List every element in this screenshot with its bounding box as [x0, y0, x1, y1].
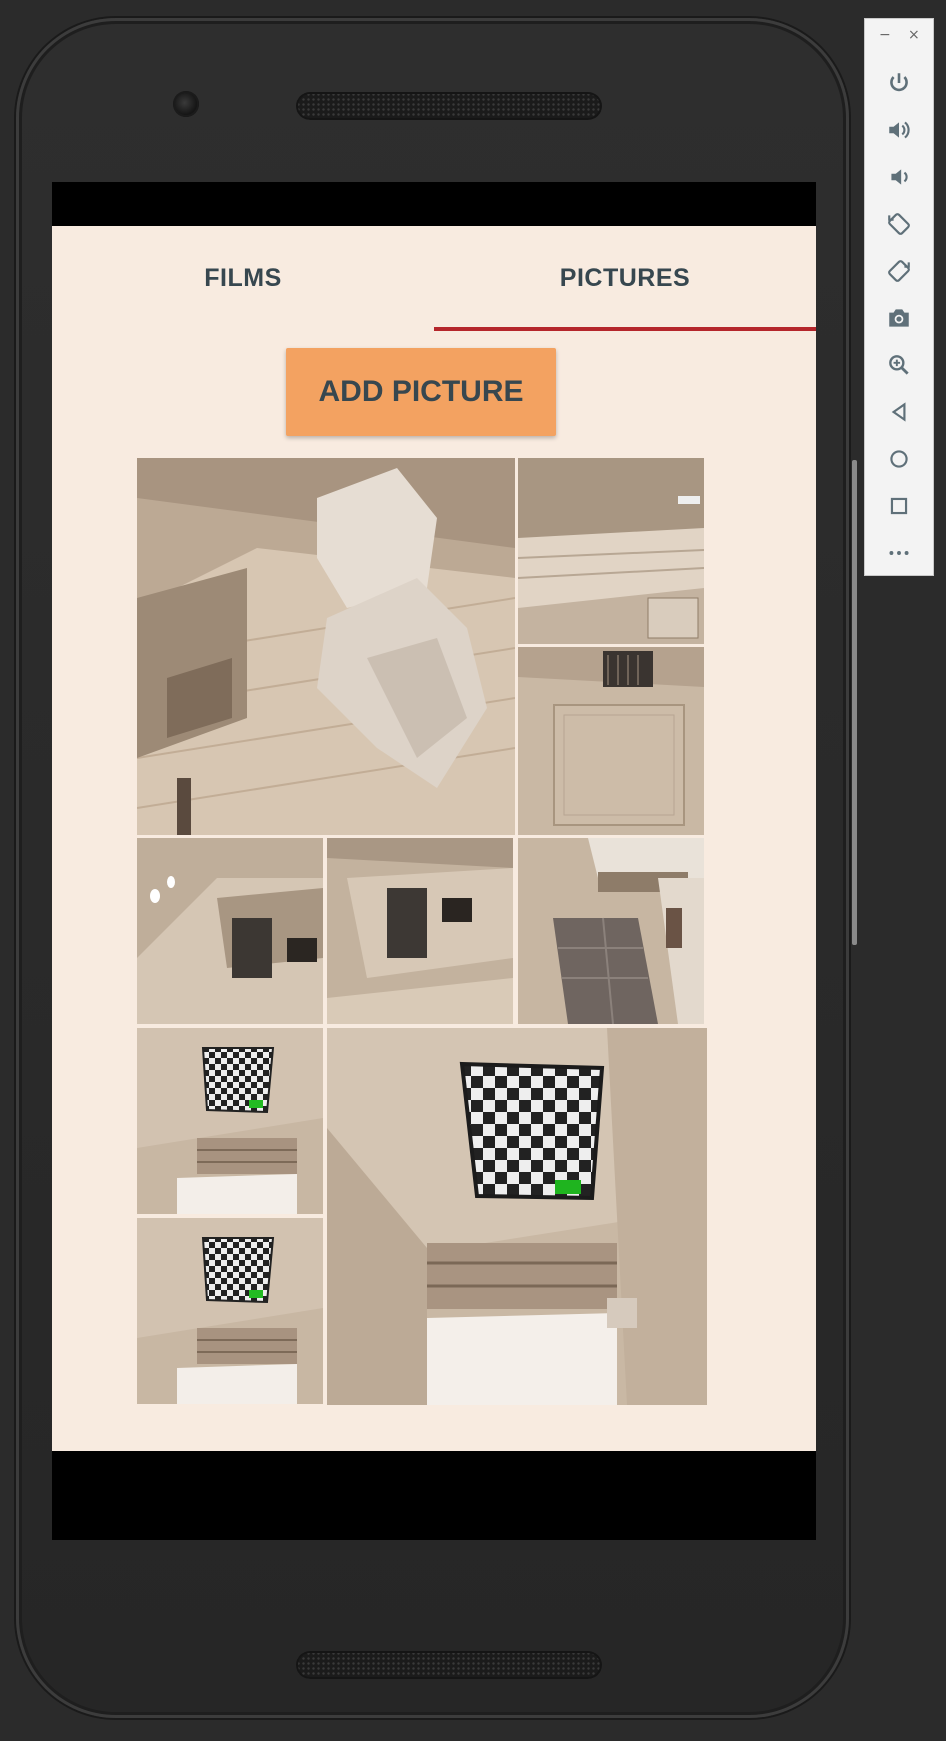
more-icon — [889, 550, 909, 555]
rotate-left-button[interactable] — [865, 200, 933, 247]
minimize-button[interactable]: − — [879, 27, 891, 43]
picture-tile[interactable] — [137, 1028, 323, 1214]
screenshot-button[interactable] — [865, 294, 933, 341]
tab-pictures[interactable]: PICTURES — [434, 226, 816, 330]
app-content: FILMS PICTURES ADD PICTURE — [52, 226, 816, 1451]
zoom-icon — [889, 354, 909, 375]
volume-up-icon — [889, 121, 910, 138]
more-button[interactable] — [865, 529, 933, 576]
picture-tile[interactable] — [518, 838, 704, 1024]
home-icon — [890, 449, 908, 468]
overview-icon — [890, 497, 908, 514]
tab-indicator — [434, 327, 816, 331]
picture-tile[interactable] — [137, 1218, 323, 1404]
emulator-toolbar: − × — [864, 18, 934, 576]
window-scrollbar[interactable] — [852, 460, 857, 945]
picture-tile[interactable] — [137, 838, 323, 1024]
home-button[interactable] — [865, 435, 933, 482]
picture-grid — [137, 458, 707, 1410]
rotate-left-icon — [888, 212, 910, 235]
volume-down-button[interactable] — [865, 153, 933, 200]
power-icon — [890, 72, 908, 91]
tab-films[interactable]: FILMS — [52, 226, 434, 330]
picture-tile[interactable] — [518, 647, 704, 835]
picture-tile[interactable] — [518, 458, 704, 644]
camera-icon — [889, 308, 909, 327]
front-camera — [173, 91, 199, 117]
top-speaker — [296, 92, 602, 120]
picture-tile[interactable] — [327, 1028, 707, 1405]
phone-screen: FILMS PICTURES ADD PICTURE — [52, 182, 816, 1540]
add-picture-button[interactable]: ADD PICTURE — [286, 348, 556, 436]
back-icon — [891, 401, 906, 422]
rotate-right-icon — [888, 259, 910, 282]
back-button[interactable] — [865, 388, 933, 435]
volume-up-button[interactable] — [865, 106, 933, 153]
overview-button[interactable] — [865, 482, 933, 529]
picture-tile[interactable] — [137, 458, 515, 835]
close-button[interactable]: × — [908, 27, 920, 43]
zoom-button[interactable] — [865, 341, 933, 388]
bottom-speaker — [296, 1651, 602, 1679]
rotate-right-button[interactable] — [865, 247, 933, 294]
tab-bar: FILMS PICTURES — [52, 226, 816, 331]
power-button[interactable] — [865, 59, 933, 106]
volume-down-icon — [891, 168, 908, 185]
picture-tile[interactable] — [327, 838, 513, 1024]
